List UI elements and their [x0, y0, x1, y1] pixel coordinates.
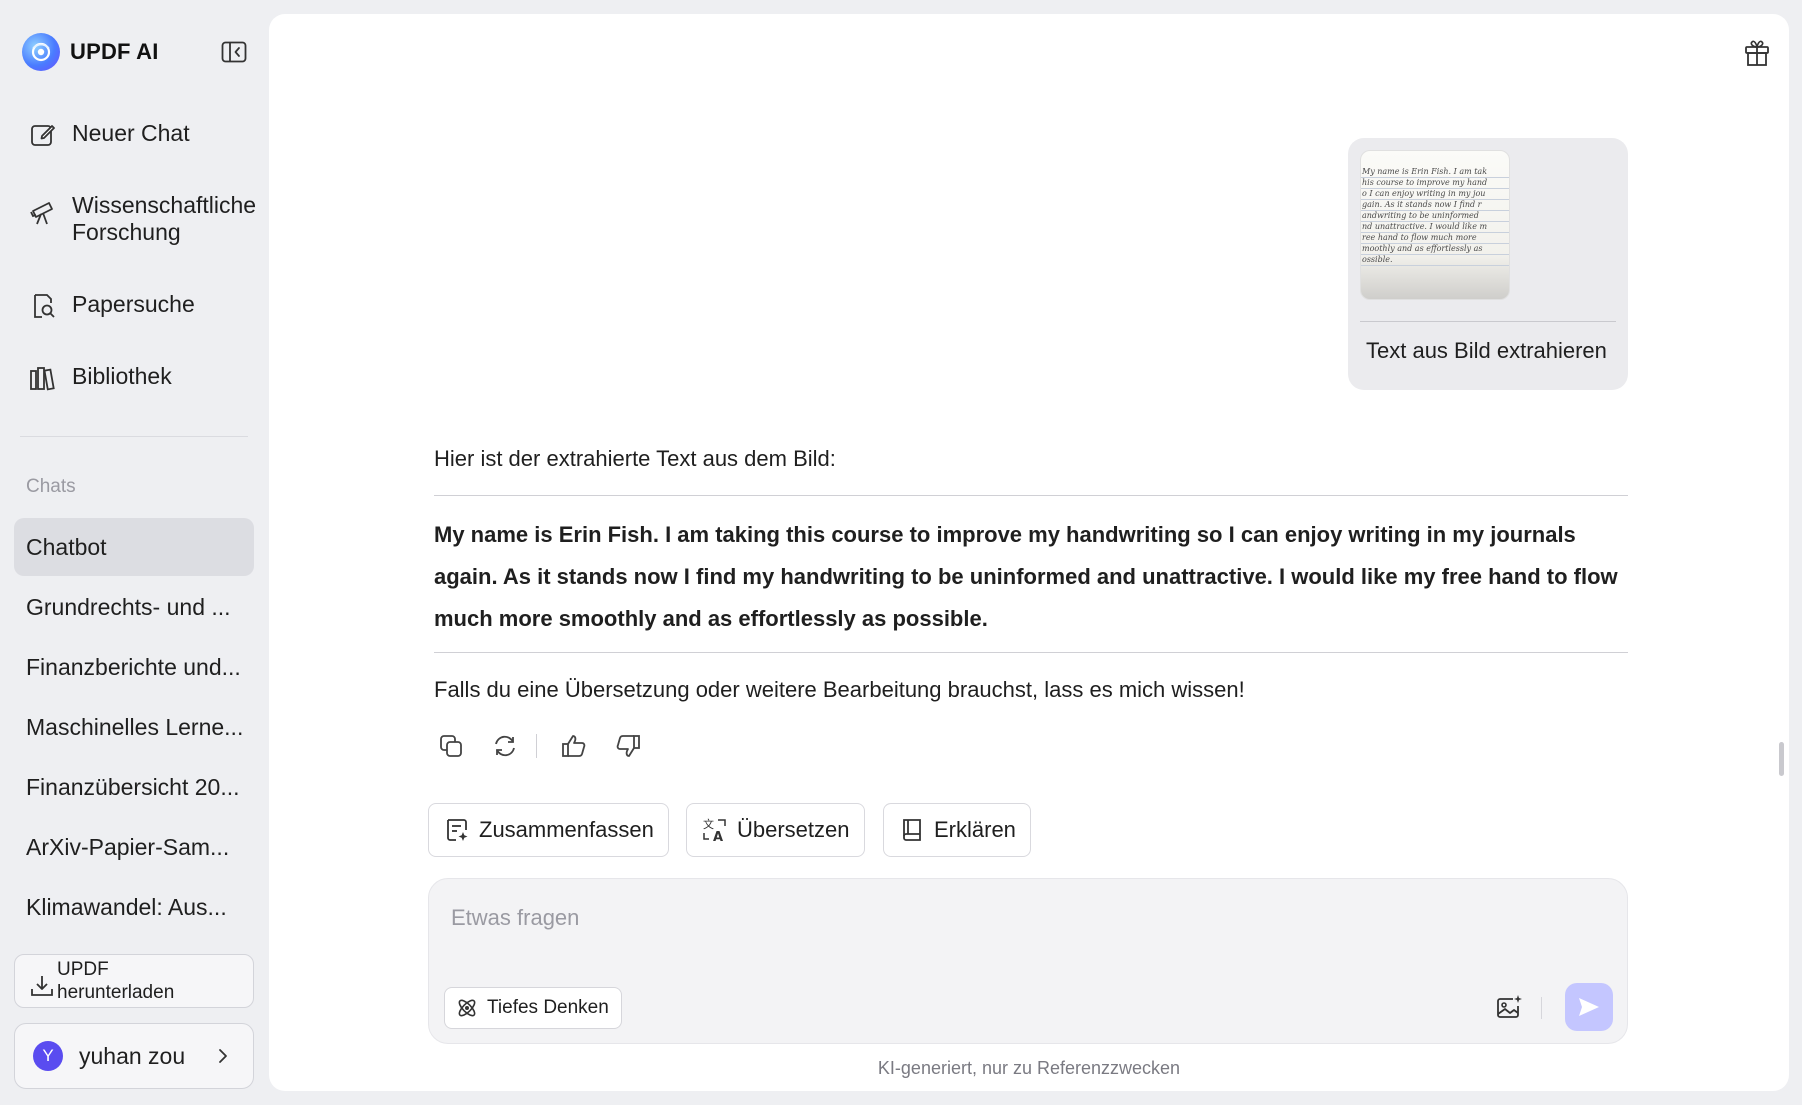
- chevron-right-icon: [219, 1049, 227, 1063]
- copy-icon: [440, 735, 462, 757]
- sidebar: UPDF AI Neuer Chat Wissenschaftliche For…: [0, 0, 268, 1105]
- nav-scientific-research[interactable]: Wissenschaftliche Forschung: [28, 192, 272, 246]
- user-name: yuhan zou: [79, 1042, 186, 1069]
- summarize-icon: [443, 816, 471, 844]
- ai-disclaimer: KI-generiert, nur zu Referenzzwecken: [877, 1058, 1181, 1078]
- chat-item[interactable]: Klimawandel: Aus...: [14, 878, 254, 936]
- app-name: UPDF AI: [70, 39, 159, 64]
- summarize-button[interactable]: Zusammenfassen: [428, 803, 669, 857]
- user-message-bubble: My name is Erin Fish. I am tak his cours…: [1348, 138, 1628, 390]
- image-sparkle-icon: [1497, 995, 1522, 1018]
- chats-header: Chats: [26, 476, 76, 497]
- refresh-icon: [495, 735, 515, 757]
- collapse-sidebar-button[interactable]: [220, 40, 248, 64]
- scrollbar-thumb[interactable]: [1779, 742, 1784, 776]
- thumbs-down-button[interactable]: [611, 729, 645, 763]
- brand[interactable]: UPDF AI: [22, 33, 159, 71]
- chip-label: Übersetzen: [737, 817, 850, 842]
- chip-label: Erklären: [934, 817, 1016, 842]
- image-upload-button[interactable]: [1493, 991, 1525, 1023]
- composer-divider: [1541, 997, 1542, 1019]
- regenerate-button[interactable]: [488, 729, 522, 763]
- chat-item[interactable]: Maschinelles Lerne...: [14, 698, 254, 756]
- chat-input[interactable]: [451, 901, 1601, 935]
- send-button[interactable]: [1565, 983, 1613, 1031]
- user-message-text: Text aus Bild extrahieren: [1366, 338, 1607, 363]
- chat-item[interactable]: Finanzübersicht 20...: [14, 758, 254, 816]
- handwriting-line: ossible.: [1361, 255, 1509, 266]
- deep-think-toggle[interactable]: Tiefes Denken: [444, 987, 622, 1029]
- nav-label: Papersuche: [72, 291, 195, 317]
- gift-button[interactable]: [1741, 36, 1773, 68]
- edit-icon: [28, 120, 58, 150]
- sidebar-divider: [20, 436, 248, 437]
- nav-library[interactable]: Bibliothek: [28, 363, 272, 393]
- handwriting-line: moothly and as effortlessly as: [1361, 244, 1509, 255]
- explain-button[interactable]: Erklären: [883, 803, 1031, 857]
- ai-message-intro: Hier ist der extrahierte Text aus dem Bi…: [434, 446, 836, 471]
- telescope-icon: [28, 198, 58, 228]
- thumbs-down-icon: [616, 735, 640, 757]
- nav-new-chat[interactable]: Neuer Chat: [28, 120, 272, 150]
- updf-logo-icon: [22, 33, 60, 71]
- book-icon: [898, 816, 926, 844]
- svg-text:A: A: [713, 830, 723, 844]
- svg-text:文: 文: [703, 817, 714, 831]
- gift-icon: [1745, 40, 1769, 66]
- translate-icon: 文A: [701, 816, 729, 844]
- message-actions: [434, 729, 665, 763]
- handwriting-line: ree hand to flow much more: [1361, 233, 1509, 244]
- sidebar-collapse-icon: [221, 41, 247, 63]
- chat-item[interactable]: Grundrechts- und ...: [14, 578, 254, 636]
- download-icon: [31, 976, 53, 996]
- nav-label: Neuer Chat: [72, 120, 190, 146]
- download-updf-button[interactable]: UPDF herunterladen: [14, 954, 254, 1008]
- chip-label: Zusammenfassen: [479, 817, 654, 842]
- ai-message-outro: Falls du eine Übersetzung oder weitere B…: [434, 677, 1245, 702]
- nav-label: Wissenschaftliche Forschung: [72, 192, 257, 245]
- send-icon: [1579, 998, 1599, 1016]
- ai-extracted-text: My name is Erin Fish. I am taking this c…: [434, 522, 1618, 631]
- library-icon: [28, 363, 58, 393]
- avatar: Y: [33, 1041, 63, 1071]
- handwriting-line: nd unattractive. I would like m: [1361, 222, 1509, 233]
- bubble-divider: [1360, 321, 1616, 322]
- handwriting-line: andwriting to be uninformed: [1361, 211, 1509, 222]
- handwriting-lines: My name is Erin Fish. I am tak his cours…: [1361, 167, 1509, 266]
- chat-item-active[interactable]: Chatbot: [14, 518, 254, 576]
- user-profile-button[interactable]: Y yuhan zou: [14, 1023, 254, 1089]
- handwriting-line: his course to improve my hand: [1361, 178, 1509, 189]
- document-search-icon: [28, 291, 58, 321]
- atom-icon: [458, 999, 476, 1017]
- chat-item[interactable]: ArXiv-Papier-Sam...: [14, 818, 254, 876]
- uploaded-image-thumbnail[interactable]: My name is Erin Fish. I am tak his cours…: [1360, 150, 1510, 300]
- ai-message-divider: [434, 495, 1628, 496]
- ai-message-divider: [434, 652, 1628, 653]
- thumbs-up-button[interactable]: [557, 729, 591, 763]
- handwriting-line: o I can enjoy writing in my jou: [1361, 189, 1509, 200]
- actions-divider: [536, 734, 537, 758]
- copy-button[interactable]: [434, 729, 468, 763]
- chat-panel: My name is Erin Fish. I am tak his cours…: [269, 14, 1789, 1091]
- nav-label: Bibliothek: [72, 363, 172, 389]
- translate-button[interactable]: 文A Übersetzen: [686, 803, 865, 857]
- deep-think-label: Tiefes Denken: [487, 997, 609, 1018]
- handwriting-line: My name is Erin Fish. I am tak: [1361, 167, 1509, 178]
- download-label: UPDF herunterladen: [57, 959, 175, 1003]
- composer: Tiefes Denken: [428, 878, 1628, 1044]
- nav-paper-search[interactable]: Papersuche: [28, 291, 272, 321]
- thumbs-up-icon: [562, 735, 586, 757]
- handwriting-line: gain. As it stands now I find r: [1361, 200, 1509, 211]
- chat-item[interactable]: Finanzberichte und...: [14, 638, 254, 696]
